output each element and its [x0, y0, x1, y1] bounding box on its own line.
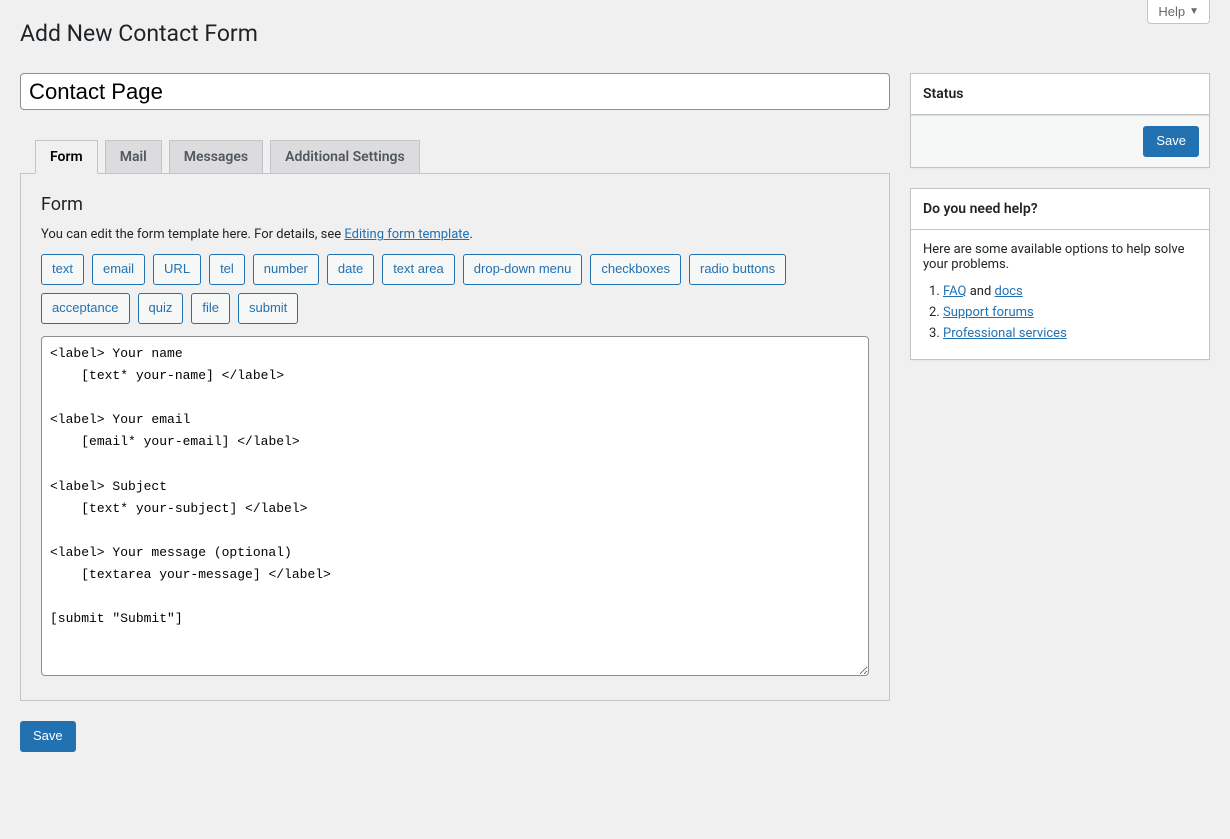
- tab-mail[interactable]: Mail: [105, 140, 162, 174]
- tag-number[interactable]: number: [253, 254, 319, 285]
- tag-text-area[interactable]: text area: [382, 254, 455, 285]
- tag-tel[interactable]: tel: [209, 254, 245, 285]
- help-link[interactable]: FAQ: [943, 284, 966, 299]
- tag-checkboxes[interactable]: checkboxes: [590, 254, 681, 285]
- tag-text[interactable]: text: [41, 254, 84, 285]
- help-title: Do you need help?: [923, 201, 1197, 217]
- status-title: Status: [923, 86, 1197, 102]
- panel-description: You can edit the form template here. For…: [41, 227, 869, 242]
- help-label: Help: [1158, 4, 1185, 19]
- help-list: FAQ and docs Support forums Professional s…: [943, 284, 1197, 341]
- caret-down-icon: ▼: [1189, 6, 1199, 17]
- save-button-side[interactable]: Save: [1143, 126, 1199, 157]
- tab-bar: FormMailMessagesAdditional Settings: [20, 140, 890, 174]
- help-item: Support forums: [943, 305, 1197, 320]
- help-intro: Here are some available options to help …: [923, 242, 1197, 272]
- form-title-input[interactable]: [20, 73, 890, 111]
- tag-url[interactable]: URL: [153, 254, 201, 285]
- status-box: Status Save: [910, 73, 1210, 168]
- page-title: Add New Contact Form: [20, 10, 1210, 53]
- help-link[interactable]: docs: [995, 284, 1023, 299]
- tab-messages[interactable]: Messages: [169, 140, 263, 174]
- tag-date[interactable]: date: [327, 254, 374, 285]
- editing-template-link[interactable]: Editing form template: [344, 227, 469, 242]
- tag-submit[interactable]: submit: [238, 293, 298, 324]
- help-link[interactable]: Professional services: [943, 326, 1067, 341]
- tag-quiz[interactable]: quiz: [138, 293, 184, 324]
- tag-acceptance[interactable]: acceptance: [41, 293, 130, 324]
- tag-email[interactable]: email: [92, 254, 145, 285]
- tab-form[interactable]: Form: [35, 140, 98, 174]
- tab-additional-settings[interactable]: Additional Settings: [270, 140, 420, 174]
- help-item: Professional services: [943, 326, 1197, 341]
- tag-file[interactable]: file: [191, 293, 230, 324]
- help-link[interactable]: Support forums: [943, 305, 1034, 320]
- help-item: FAQ and docs: [943, 284, 1197, 299]
- tag-drop-down-menu[interactable]: drop-down menu: [463, 254, 583, 285]
- save-button-bottom[interactable]: Save: [20, 721, 76, 752]
- tag-generator-list: text email URL tel number date text area drop-d…: [41, 254, 869, 324]
- help-toggle[interactable]: Help ▼: [1147, 0, 1210, 24]
- tag-radio-buttons[interactable]: radio buttons: [689, 254, 786, 285]
- help-box: Do you need help? Here are some availabl…: [910, 188, 1210, 360]
- panel-heading: Form: [41, 194, 869, 215]
- form-template-textarea[interactable]: [41, 336, 869, 676]
